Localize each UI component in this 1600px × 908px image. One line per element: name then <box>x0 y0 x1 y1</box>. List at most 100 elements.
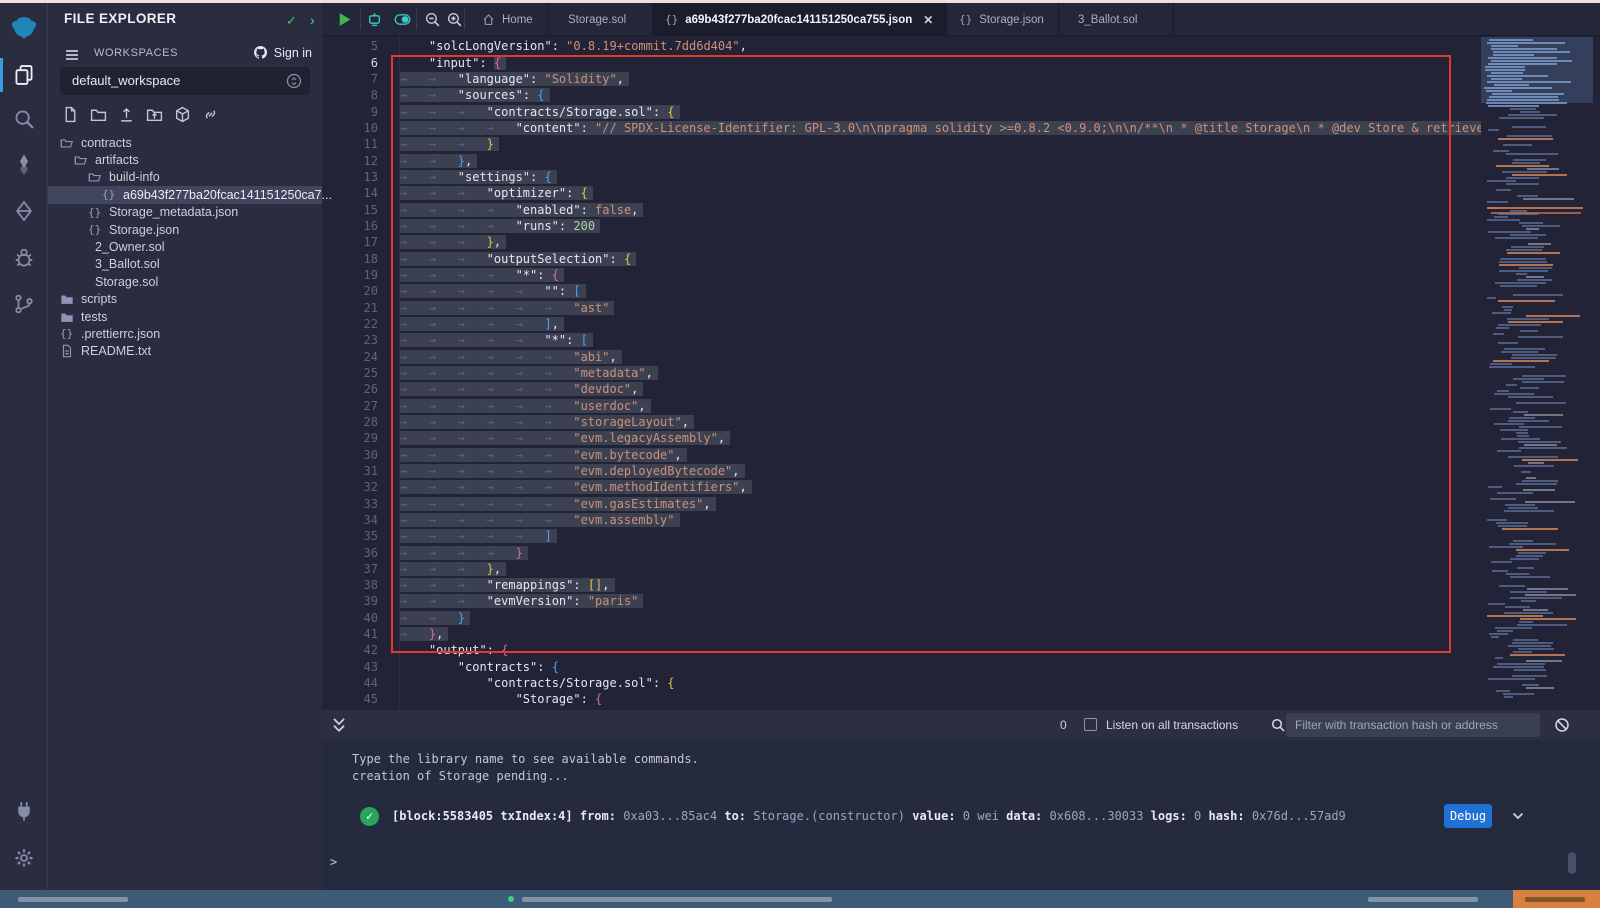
line-number: 44 <box>322 676 399 692</box>
tree-item-tests[interactable]: tests <box>48 308 322 325</box>
remix-logo-icon[interactable] <box>0 9 47 49</box>
line-number: 20 <box>322 284 399 300</box>
code-line-29: →→→→→→"evm.legacyAssembly", <box>400 431 1481 447</box>
line-number: 16 <box>322 219 399 235</box>
line-number: 30 <box>322 448 399 464</box>
panel-title: FILE EXPLORER <box>64 11 176 26</box>
line-number: 26 <box>322 382 399 398</box>
file-explorer-icon[interactable] <box>0 55 47 95</box>
new-file-icon[interactable] <box>62 106 79 123</box>
cube-icon[interactable] <box>174 106 191 123</box>
status-right-text <box>1368 897 1478 902</box>
tree-item-storage-sol[interactable]: Storage.sol <box>48 273 322 290</box>
debug-button[interactable]: Debug <box>1444 804 1492 828</box>
code-line-15: →→→→"enabled": false, <box>400 203 1481 219</box>
listen-all-label[interactable]: Listen on all transactions <box>1106 718 1238 732</box>
hamburger-menu-icon[interactable] <box>64 47 80 68</box>
terminal-prompt[interactable]: > <box>330 855 337 869</box>
tree-item-build-info[interactable]: build-info <box>48 169 322 186</box>
git-icon[interactable] <box>0 284 47 324</box>
link-icon[interactable] <box>202 106 219 123</box>
tree-item-readme-txt[interactable]: README.txt <box>48 343 322 360</box>
line-number: 9 <box>322 105 399 121</box>
tree-item-scripts[interactable]: scripts <box>48 291 322 308</box>
tree-item-label: Storage.json <box>109 223 179 237</box>
line-number: 12 <box>322 154 399 170</box>
folder-icon <box>60 292 75 307</box>
code-line-26: →→→→→→"devdoc", <box>400 382 1481 398</box>
sign-in-button[interactable]: Sign in <box>253 45 312 60</box>
deploy-and-run-icon[interactable] <box>0 191 47 231</box>
status-bar <box>0 890 1600 908</box>
workspaces-label: WORKSPACES <box>94 47 178 59</box>
run-script-button[interactable] <box>330 3 358 36</box>
settings-icon[interactable] <box>0 838 47 878</box>
tree-item-label: README.txt <box>81 344 151 358</box>
tree-item--prettierrc-json[interactable]: {}.prettierrc.json <box>48 325 322 342</box>
upload-file-icon[interactable] <box>118 106 135 123</box>
json-file-icon: {} <box>959 13 972 26</box>
tab-storage-json[interactable]: {}Storage.json <box>947 3 1059 36</box>
tree-item-contracts[interactable]: contracts <box>48 134 322 151</box>
tab-home[interactable]: Home <box>470 3 549 36</box>
code-editor[interactable]: 4567891011121314151617181920212223242526… <box>322 36 1600 710</box>
clear-console-icon[interactable] <box>1554 717 1570 733</box>
code-line-21: →→→→→→"ast" <box>400 301 1481 317</box>
tree-item-label: a69b43f277ba20fcac141151250ca7... <box>123 188 332 202</box>
tab-3-ballot-sol[interactable]: 3_Ballot.sol <box>1059 3 1174 36</box>
line-number: 42 <box>322 643 399 659</box>
listen-all-checkbox[interactable] <box>1084 718 1097 731</box>
zoom-in-button[interactable] <box>440 3 468 36</box>
status-alert-badge[interactable] <box>1513 890 1600 908</box>
code-line-31: →→→→→→"evm.deployedBytecode", <box>400 464 1481 480</box>
folder-icon <box>60 309 75 324</box>
tree-item-label: Storage_metadata.json <box>109 205 238 219</box>
collapse-terminal-icon[interactable] <box>330 715 348 735</box>
plugin-manager-icon[interactable] <box>0 791 47 831</box>
code-line-8: →→"sources": { <box>400 88 1481 104</box>
code-line-20: →→→→→"": [ <box>400 284 1481 300</box>
tree-item-a69b43f277ba20fcac141151250ca7-[interactable]: {}a69b43f277ba20fcac141151250ca7... <box>48 186 322 203</box>
tx-filter-input[interactable] <box>1286 713 1540 737</box>
json-file-icon: {} <box>60 326 75 341</box>
tab-a69b43f277ba20fcac141151250ca755-json[interactable]: {}a69b43f277ba20fcac141151250ca755.json✕ <box>653 3 947 36</box>
code-line-13: →→"settings": { <box>400 170 1481 186</box>
minimap[interactable] <box>1481 36 1593 710</box>
debugger-icon[interactable] <box>0 238 47 278</box>
close-tab-icon[interactable]: ✕ <box>923 13 933 27</box>
tab-label: 3_Ballot.sol <box>1078 14 1137 26</box>
terminal-message: creation of Storage pending... <box>352 769 569 783</box>
tree-item-2-owner-sol[interactable]: 2_Owner.sol <box>48 238 322 255</box>
window-edge-strip <box>0 0 1600 3</box>
tree-item-3-ballot-sol[interactable]: 3_Ballot.sol <box>48 256 322 273</box>
ai-assistant-icon[interactable] <box>360 3 388 36</box>
chevron-right-icon[interactable]: › <box>310 12 315 28</box>
code-line-10: →→→→"content": "// SPDX-License-Identifi… <box>400 121 1481 137</box>
new-folder-icon[interactable] <box>90 106 107 123</box>
expand-tx-icon[interactable] <box>1510 808 1526 824</box>
tree-item-artifacts[interactable]: artifacts <box>48 151 322 168</box>
folder-open-icon <box>74 153 89 168</box>
tree-item-storage-json[interactable]: {}Storage.json <box>48 221 322 238</box>
icon-rail <box>0 3 48 890</box>
tree-item-label: artifacts <box>95 153 139 167</box>
upload-folder-icon[interactable] <box>146 106 163 123</box>
terminal-output[interactable]: Type the library name to see available c… <box>322 740 1600 890</box>
code-line-18: →→→"outputSelection": { <box>400 252 1481 268</box>
search-icon[interactable] <box>0 99 47 139</box>
editor-gutter: 4567891011121314151617181920212223242526… <box>322 36 399 709</box>
workspace-select[interactable]: default_workspace <box>60 67 310 95</box>
tab-storage-sol[interactable]: Storage.sol <box>549 3 653 36</box>
tree-item-storage-metadata-json[interactable]: {}Storage_metadata.json <box>48 204 322 221</box>
code-line-43: →→"contracts": { <box>400 660 1481 676</box>
line-number: 39 <box>322 594 399 610</box>
copilot-toggle[interactable] <box>388 3 416 36</box>
code-line-19: →→→→"*": { <box>400 268 1481 284</box>
line-number: 33 <box>322 497 399 513</box>
line-number: 29 <box>322 431 399 447</box>
line-number: 8 <box>322 88 399 104</box>
transaction-log-row[interactable]: ✓ [block:5583405 txIndex:4] from: 0xa03.… <box>352 804 1560 834</box>
github-icon <box>253 45 268 60</box>
terminal-scrollbar[interactable] <box>1568 852 1576 874</box>
solidity-compiler-icon[interactable] <box>0 144 47 184</box>
